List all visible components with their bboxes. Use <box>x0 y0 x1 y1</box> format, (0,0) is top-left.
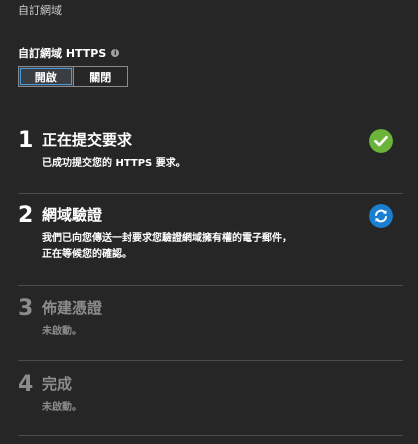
divider-3 <box>18 360 403 361</box>
step-3-number: 3 <box>18 296 34 321</box>
step-3-description: 未啟動。 <box>42 326 82 337</box>
step-2-number: 2 <box>18 203 34 228</box>
divider-1 <box>18 193 403 194</box>
checkmark-circle-icon <box>369 129 393 153</box>
step-2-description-line-2: 正在等候您的確認。 <box>42 249 132 260</box>
step-2-title: 網域驗證 <box>42 206 103 224</box>
step-2-description: 我們已向您傳送一封要求您驗證網域擁有權的電子郵件， 正在等候您的確認。 <box>42 231 352 263</box>
step-1-number: 1 <box>18 128 34 153</box>
https-on-button[interactable]: 開啟 <box>19 67 73 86</box>
step-4: 4 完成 未啟動。 <box>18 372 403 420</box>
step-1-description: 已成功提交您的 HTTPS 要求。 <box>42 158 186 169</box>
step-2-description-line-1: 我們已向您傳送一封要求您驗證網域擁有權的電子郵件， <box>42 233 292 244</box>
step-1: 1 正在提交要求 已成功提交您的 HTTPS 要求。 <box>18 128 403 176</box>
step-1-title: 正在提交要求 <box>42 131 133 149</box>
https-label: 自訂網域 HTTPS i <box>18 45 120 61</box>
https-off-button[interactable]: 關閉 <box>72 67 128 86</box>
https-toggle: 開啟 關閉 <box>18 66 128 87</box>
step-4-number: 4 <box>18 372 34 397</box>
step-3: 3 佈建憑證 未啟動。 <box>18 296 403 344</box>
step-2: 2 網域驗證 我們已向您傳送一封要求您驗證網域擁有權的電子郵件， 正在等候您的確… <box>18 203 403 273</box>
section-title: 自訂網域 <box>18 4 62 17</box>
step-3-title: 佈建憑證 <box>42 299 103 317</box>
step-4-description: 未啟動。 <box>42 402 82 413</box>
divider-4 <box>18 435 403 436</box>
sync-circle-icon <box>369 204 393 228</box>
step-4-title: 完成 <box>42 375 73 393</box>
https-label-text: 自訂網域 HTTPS <box>18 47 107 60</box>
info-icon[interactable]: i <box>111 49 120 57</box>
divider-2 <box>18 285 403 286</box>
